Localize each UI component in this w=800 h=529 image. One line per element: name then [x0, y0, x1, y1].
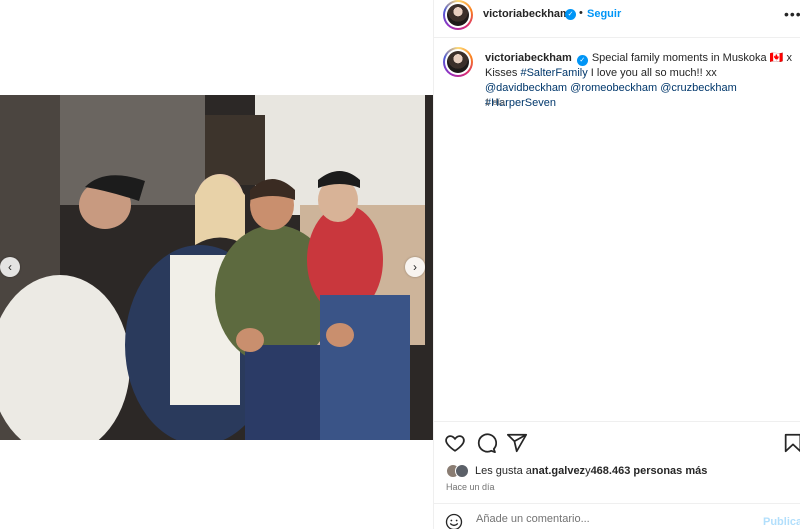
photo-illustration: [0, 95, 433, 440]
caption-body-middle: I love you all so much!! xx: [587, 67, 717, 79]
heart-icon[interactable]: [444, 432, 466, 454]
author-avatar[interactable]: [443, 0, 473, 30]
bookmark-icon[interactable]: [782, 432, 800, 454]
caption-username[interactable]: victoriabeckham: [485, 52, 572, 64]
likes-summary[interactable]: Les gusta a nat.galvez y 468.463 persona…: [446, 463, 707, 479]
hashtag-salterfamily[interactable]: #SalterFamily: [520, 67, 587, 79]
caption-timestamp[interactable]: 1 día: [485, 97, 505, 107]
caption-text: victoriabeckham ✓ Special family moments i…: [485, 51, 797, 111]
likes-count[interactable]: 468.463 personas más: [591, 465, 708, 477]
profile-photo: [447, 51, 469, 73]
post-header: victoriabeckham ✓ • Seguir •••: [434, 0, 800, 38]
action-bar: [434, 421, 800, 463]
comment-icon[interactable]: [475, 432, 497, 454]
more-options-icon[interactable]: •••: [784, 6, 800, 22]
verified-badge-icon: ✓: [576, 55, 588, 66]
share-icon[interactable]: [506, 432, 528, 454]
mention-cruzbeckham[interactable]: @cruzbeckham: [660, 82, 737, 94]
carousel-next-button[interactable]: ›: [405, 257, 425, 277]
mention-romeobeckham[interactable]: @romeobeckham: [570, 82, 657, 94]
post-side-panel: victoriabeckham ✓ • Seguir ••• victoriab…: [433, 0, 800, 529]
verified-badge-icon: ✓: [565, 9, 576, 20]
likes-prefix: Les gusta a: [475, 465, 532, 477]
liker-avatars: [446, 464, 469, 478]
liker-avatar: [455, 464, 469, 478]
profile-photo: [447, 4, 469, 26]
chevron-right-icon: ›: [413, 260, 417, 274]
post-photo[interactable]: [0, 95, 433, 440]
caption-avatar[interactable]: [443, 47, 473, 77]
comment-input[interactable]: [476, 513, 746, 525]
carousel-prev-button[interactable]: ‹: [0, 257, 20, 277]
author-username[interactable]: victoriabeckham: [483, 8, 570, 20]
mention-davidbeckham[interactable]: @davidbeckham: [485, 82, 567, 94]
liker-username[interactable]: nat.galvez: [532, 465, 585, 477]
publish-button[interactable]: Publicar: [763, 516, 800, 528]
comment-bar: Publicar: [434, 503, 800, 529]
emoji-icon[interactable]: [445, 513, 463, 529]
media-pane: ‹ ›: [0, 0, 433, 529]
follow-button[interactable]: Seguir: [587, 8, 621, 20]
chevron-left-icon: ‹: [8, 260, 12, 274]
separator-dot: •: [579, 7, 583, 19]
post-timestamp[interactable]: Hace un día: [446, 482, 495, 492]
